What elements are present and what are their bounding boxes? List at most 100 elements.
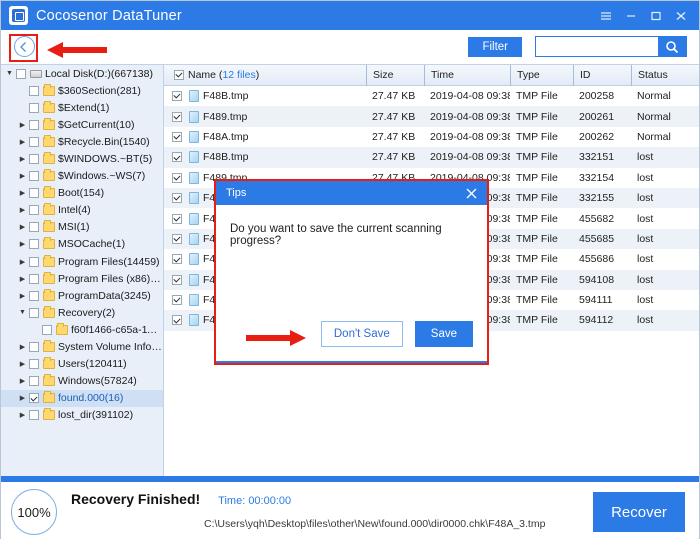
tree-item[interactable]: ▶ Boot(154): [1, 185, 163, 202]
tree-item-checkbox[interactable]: [29, 410, 39, 421]
row-checkbox[interactable]: [172, 152, 182, 163]
tree-item[interactable]: ▼ Recovery(2): [1, 304, 163, 321]
tree-item-checkbox[interactable]: [29, 376, 39, 387]
tree-item-checkbox[interactable]: [29, 307, 39, 318]
search-button[interactable]: [658, 37, 686, 56]
tree-item[interactable]: ▶ MSI(1): [1, 219, 163, 236]
row-checkbox[interactable]: [172, 295, 182, 306]
tree-item[interactable]: ▶ $GetCurrent(10): [1, 116, 163, 133]
row-checkbox[interactable]: [172, 274, 182, 285]
tree-item[interactable]: ▼ Local Disk(D:)(667138): [1, 65, 163, 82]
tree-item[interactable]: ▶ found.000(16): [1, 389, 163, 407]
folder-tree-sidebar[interactable]: ▼ Local Disk(D:)(667138) $360Section(281) $…: [1, 64, 164, 476]
dialog-close-button[interactable]: [461, 183, 481, 203]
tree-item-checkbox[interactable]: [29, 85, 39, 96]
row-checkbox[interactable]: [172, 172, 182, 183]
tree-item-checkbox[interactable]: [29, 359, 39, 370]
tree-item[interactable]: ▶ ProgramData(3245): [1, 287, 163, 304]
row-checkbox[interactable]: [172, 111, 182, 122]
save-button[interactable]: Save: [414, 321, 473, 347]
twisty-right-icon[interactable]: ▶: [16, 240, 29, 248]
twisty-right-icon[interactable]: ▶: [16, 360, 29, 368]
minimize-icon[interactable]: [618, 1, 643, 30]
twisty-right-icon[interactable]: ▶: [16, 189, 29, 197]
tree-item-checkbox[interactable]: [29, 102, 39, 113]
dont-save-button[interactable]: Don't Save: [320, 321, 403, 347]
twisty-right-icon[interactable]: ▶: [16, 172, 29, 180]
file-name-label: F48B.tmp: [203, 90, 249, 103]
row-checkbox[interactable]: [172, 213, 182, 224]
column-header-time[interactable]: Time: [424, 65, 510, 86]
tree-item[interactable]: ▶ Program Files(14459): [1, 253, 163, 270]
filter-button[interactable]: Filter: [468, 36, 522, 57]
row-checkbox[interactable]: [172, 193, 182, 204]
row-checkbox[interactable]: [172, 315, 182, 326]
table-row[interactable]: F48A.tmp 27.47 KB 2019-04-08 09:38:05 TMP F…: [164, 126, 699, 148]
row-checkbox[interactable]: [172, 131, 182, 142]
tree-item[interactable]: ▶ $Windows.~WS(7): [1, 168, 163, 185]
tree-item[interactable]: ▶ Program Files (x86)(23762): [1, 270, 163, 287]
tree-item[interactable]: ▶ $WINDOWS.~BT(5): [1, 150, 163, 167]
twisty-right-icon[interactable]: ▶: [16, 258, 29, 266]
close-icon[interactable]: [668, 1, 693, 30]
row-checkbox[interactable]: [172, 254, 182, 265]
maximize-icon[interactable]: [643, 1, 668, 30]
tree-item-checkbox[interactable]: [29, 222, 39, 233]
back-button[interactable]: [13, 36, 35, 57]
tree-item[interactable]: ▶ Windows(57824): [1, 373, 163, 390]
twisty-right-icon[interactable]: ▶: [16, 121, 29, 129]
tree-item-checkbox[interactable]: [29, 273, 39, 284]
tree-item-checkbox[interactable]: [29, 256, 39, 267]
twisty-right-icon[interactable]: ▶: [16, 275, 29, 283]
recover-button[interactable]: Recover: [593, 492, 685, 532]
menu-icon[interactable]: [593, 1, 618, 30]
tree-item[interactable]: ▶ System Volume Information(116): [1, 339, 163, 356]
tree-item-checkbox[interactable]: [29, 119, 39, 130]
twisty-right-icon[interactable]: ▶: [16, 138, 29, 146]
twisty-right-icon[interactable]: ▶: [16, 155, 29, 163]
twisty-right-icon[interactable]: ▶: [16, 223, 29, 231]
table-row[interactable]: F489.tmp 27.47 KB 2019-04-08 09:38:05 TMP F…: [164, 106, 699, 127]
twisty-right-icon[interactable]: ▶: [16, 292, 29, 300]
table-row[interactable]: F48B.tmp 27.47 KB 2019-04-08 09:38:05 TMP F…: [164, 147, 699, 168]
tree-item-checkbox[interactable]: [29, 171, 39, 182]
tree-item-checkbox[interactable]: [42, 324, 52, 335]
tree-item[interactable]: ▶ Intel(4): [1, 202, 163, 219]
tree-item[interactable]: ▶ Users(120411): [1, 356, 163, 373]
tree-item-checkbox[interactable]: [29, 239, 39, 250]
column-header-size[interactable]: Size: [366, 65, 424, 86]
tree-item-checkbox[interactable]: [29, 290, 39, 301]
tree-item-checkbox[interactable]: [29, 393, 39, 404]
twisty-down-icon[interactable]: ▼: [16, 309, 29, 316]
tree-item[interactable]: f60f1466-c65a-11e3-b510-f7: [1, 321, 163, 338]
twisty-right-icon[interactable]: ▶: [16, 394, 29, 402]
tree-item-checkbox[interactable]: [29, 188, 39, 199]
twisty-right-icon[interactable]: ▶: [16, 411, 29, 419]
tree-item-checkbox[interactable]: [29, 205, 39, 216]
tree-item-checkbox[interactable]: [16, 68, 26, 79]
tree-item-checkbox[interactable]: [29, 136, 39, 147]
column-header-status[interactable]: Status: [631, 65, 699, 86]
tree-item[interactable]: ▶ MSOCache(1): [1, 236, 163, 253]
row-checkbox[interactable]: [172, 91, 182, 102]
twisty-right-icon[interactable]: ▶: [16, 343, 29, 351]
tree-item[interactable]: ▶ $Recycle.Bin(1540): [1, 133, 163, 150]
twisty-right-icon[interactable]: ▶: [16, 377, 29, 385]
twisty-right-icon[interactable]: ▶: [16, 206, 29, 214]
column-header-name[interactable]: Name ( 12 files ): [164, 65, 366, 86]
row-checkbox[interactable]: [172, 233, 182, 244]
tree-item[interactable]: $360Section(281): [1, 82, 163, 99]
select-all-checkbox[interactable]: [174, 70, 184, 80]
tree-item-checkbox[interactable]: [29, 342, 39, 353]
column-header-id[interactable]: ID: [573, 65, 631, 86]
table-row[interactable]: F48B.tmp 27.47 KB 2019-04-08 09:38:05 TMP F…: [164, 86, 699, 107]
tree-item[interactable]: $Extend(1): [1, 99, 163, 116]
tree-item-checkbox[interactable]: [29, 154, 39, 165]
tree-item-label: Program Files(14459): [58, 255, 160, 268]
twisty-down-icon[interactable]: ▼: [3, 70, 16, 77]
tree-item[interactable]: ▶ lost_dir(391102): [1, 407, 163, 424]
search-input[interactable]: [536, 37, 658, 56]
file-icon: [189, 90, 199, 103]
column-header-type[interactable]: Type: [510, 65, 573, 86]
cell-type: TMP File: [516, 171, 558, 184]
